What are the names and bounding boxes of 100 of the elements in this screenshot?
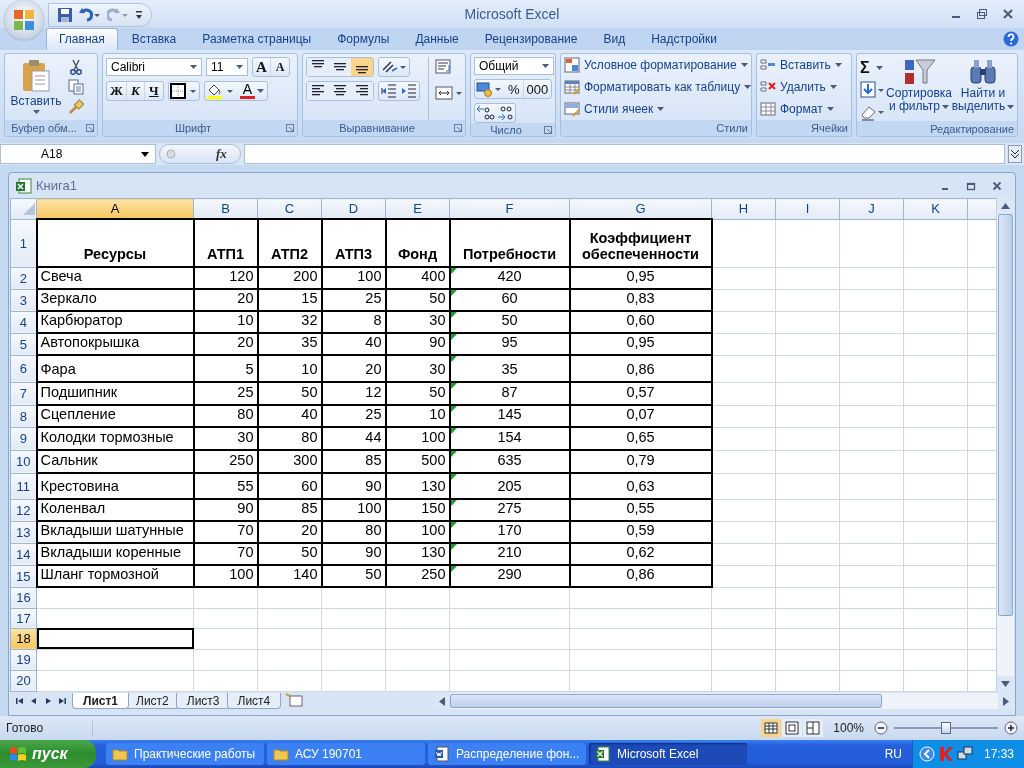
help-icon[interactable] (1003, 31, 1019, 47)
scroll-up-icon[interactable] (1001, 203, 1010, 209)
taskbar-button[interactable]: Распределение фон... (428, 743, 586, 765)
row-header[interactable]: 15 (10, 565, 37, 587)
ribbon-tab[interactable]: Надстройки (639, 28, 729, 50)
grow-font-button[interactable]: A (253, 58, 271, 76)
dialog-launcher-icon[interactable] (86, 124, 94, 132)
borders-icon[interactable] (168, 82, 199, 100)
paste-button[interactable]: Вставить (8, 57, 64, 120)
dialog-launcher-icon[interactable] (454, 124, 462, 132)
row-header[interactable]: 12 (10, 499, 37, 521)
close-icon[interactable] (992, 180, 1002, 191)
cells-menu-button[interactable]: Формат (760, 100, 848, 118)
cells-menu-button[interactable]: Вставить (760, 56, 848, 74)
column-header[interactable]: I (775, 198, 840, 219)
scroll-right-icon[interactable] (1003, 696, 1009, 706)
formula-input[interactable] (244, 144, 1005, 164)
ribbon-tab[interactable]: Вид (591, 28, 638, 50)
normal-view-icon[interactable] (761, 719, 782, 737)
ribbon-tab[interactable]: Данные (403, 28, 471, 50)
insert-function-button[interactable]: fx (216, 146, 227, 162)
column-header[interactable]: H (711, 198, 776, 219)
wrap-text-icon[interactable] (435, 59, 453, 75)
column-header[interactable]: K (903, 198, 968, 219)
italic-button[interactable]: К (126, 82, 145, 100)
row-header[interactable]: 19 (10, 649, 37, 670)
cells-menu-button[interactable]: Удалить (760, 78, 848, 96)
paintbrush-icon[interactable] (68, 99, 84, 115)
increase-indent-icon[interactable] (399, 82, 419, 100)
merge-cells-icon[interactable] (435, 85, 463, 101)
scroll-left-icon[interactable] (439, 696, 445, 706)
ribbon-tab[interactable]: Разметка страницы (190, 28, 324, 50)
save-icon[interactable] (57, 7, 73, 23)
sheet-tab[interactable]: Лист4 (226, 693, 282, 709)
language-indicator[interactable]: RU (884, 747, 902, 761)
row-header[interactable]: 8 (10, 405, 37, 427)
row-header[interactable]: 4 (10, 311, 37, 333)
zoom-out-icon[interactable] (874, 721, 888, 735)
row-header[interactable]: 20 (10, 670, 37, 691)
align-button[interactable] (307, 58, 329, 76)
page-break-icon[interactable] (803, 719, 824, 737)
sort-filter-button[interactable]: Сортировка и фильтр (888, 57, 950, 121)
autosum-button[interactable]: Σ (860, 59, 886, 77)
zoom-in-icon[interactable] (1004, 721, 1018, 735)
taskbar-button[interactable]: Практические работы (106, 743, 264, 765)
zoom-level[interactable]: 100% (829, 721, 868, 735)
number-format-field[interactable]: Общий (474, 57, 554, 75)
row-header[interactable]: 13 (10, 521, 37, 543)
fill-down-icon[interactable] (860, 81, 886, 99)
active-cell[interactable] (36, 628, 194, 649)
row-header[interactable]: 11 (10, 473, 37, 499)
styles-menu-button[interactable]: Условное форматирование (564, 56, 748, 74)
row-header[interactable]: 5 (10, 333, 37, 355)
shrink-font-button[interactable]: A (271, 58, 289, 76)
close-icon[interactable] (1002, 8, 1014, 20)
row-header[interactable]: 9 (10, 427, 37, 450)
row-header[interactable]: 3 (10, 289, 37, 311)
font-name-field[interactable]: Calibri (106, 58, 202, 76)
column-header[interactable]: J (839, 198, 904, 219)
name-box[interactable]: A18 (0, 144, 156, 164)
row-header[interactable]: 1 (10, 219, 37, 267)
row-header[interactable]: 6 (10, 355, 37, 382)
office-button[interactable] (4, 0, 44, 40)
find-select-button[interactable]: Найти и выделить (952, 57, 1014, 121)
align-button[interactable] (307, 82, 329, 100)
decrease-indent-icon[interactable] (379, 82, 399, 100)
taskbar-button[interactable]: АСУ 190701 (267, 743, 425, 765)
last-sheet-icon[interactable] (56, 695, 68, 707)
thousands-button[interactable]: 000 (523, 80, 552, 98)
align-button[interactable] (351, 82, 373, 100)
undo-icon[interactable] (79, 7, 101, 23)
styles-menu-button[interactable]: Форматировать как таблицу (564, 78, 748, 96)
zoom-slider[interactable] (894, 721, 998, 735)
cut-icon[interactable] (68, 59, 84, 75)
taskbar-button[interactable]: Microsoft Excel (589, 743, 747, 765)
first-sheet-icon[interactable] (14, 695, 26, 707)
expand-icon[interactable] (1008, 145, 1022, 163)
dialog-launcher-icon[interactable] (544, 125, 552, 134)
row-header[interactable]: 10 (10, 450, 37, 473)
network-icon[interactable] (956, 746, 973, 762)
ribbon-tab[interactable]: Формулы (325, 28, 402, 50)
restore-icon[interactable] (976, 8, 988, 20)
scroll-down-icon[interactable] (1001, 681, 1010, 687)
maximize-icon[interactable] (966, 180, 976, 191)
dialog-launcher-icon[interactable] (286, 124, 294, 132)
styles-menu-button[interactable]: Стили ячеек (564, 100, 748, 118)
underline-button[interactable]: Ч (144, 82, 163, 100)
start-button[interactable]: пуск (0, 740, 96, 768)
tray-expand-icon[interactable] (918, 746, 935, 762)
row-header[interactable]: 7 (10, 382, 37, 405)
ribbon-tab[interactable]: Главная (46, 28, 118, 50)
row-header[interactable]: 2 (10, 267, 37, 289)
row-header[interactable]: 16 (10, 587, 37, 608)
font-size-field[interactable]: 11 (206, 58, 248, 76)
ribbon-tab[interactable]: Вставка (119, 28, 189, 50)
align-button[interactable] (351, 58, 373, 76)
sheet-tab[interactable]: Лист1 (72, 693, 130, 709)
align-button[interactable] (329, 58, 351, 76)
horizontal-scrollbar[interactable] (434, 693, 1014, 709)
ribbon-tab[interactable]: Рецензирование (472, 28, 590, 50)
